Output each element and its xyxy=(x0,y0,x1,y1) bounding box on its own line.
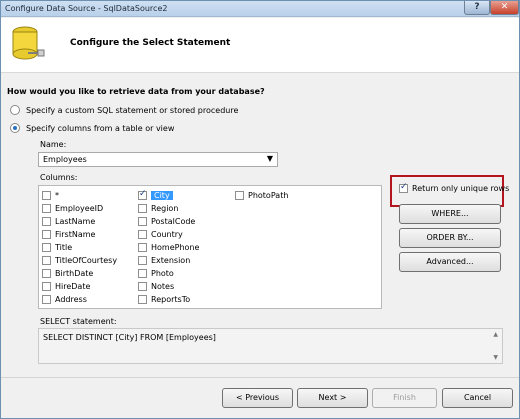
window-title: Configure Data Source - SqlDataSource2 xyxy=(5,4,168,13)
header-band: Configure the Select Statement xyxy=(1,18,519,73)
table-select-value: Employees xyxy=(43,155,87,164)
column-address[interactable]: Address xyxy=(42,293,87,305)
close-button[interactable]: ✕ xyxy=(490,1,519,15)
column-label: HomePhone xyxy=(151,242,200,252)
checkbox-icon[interactable] xyxy=(42,190,51,200)
checkbox-icon[interactable] xyxy=(42,216,51,226)
help-button[interactable]: ? xyxy=(464,1,490,15)
checkbox-icon[interactable] xyxy=(42,255,51,265)
name-label: Name: xyxy=(40,140,67,149)
select-statement-label: SELECT statement: xyxy=(40,317,117,326)
unique-rows-label: Return only unique rows xyxy=(412,184,510,193)
previous-button[interactable]: < Previous xyxy=(222,388,293,408)
database-icon xyxy=(12,26,45,60)
checkbox-icon[interactable] xyxy=(138,229,147,239)
column-label: Region xyxy=(151,203,179,213)
column-postalcode[interactable]: PostalCode xyxy=(138,215,195,227)
checkbox-checked-icon[interactable] xyxy=(399,182,408,193)
column-region[interactable]: Region xyxy=(138,202,178,214)
table-select[interactable]: Employees ▼ xyxy=(38,152,278,167)
checkbox-icon[interactable] xyxy=(138,216,147,226)
column-label: ReportsTo xyxy=(151,294,191,304)
custom-sql-label: Specify a custom SQL statement or stored… xyxy=(26,105,239,115)
column-label: LastName xyxy=(55,216,96,226)
checkbox-icon[interactable] xyxy=(138,281,147,291)
unique-rows-option[interactable]: Return only unique rows xyxy=(399,182,510,193)
columns-list[interactable]: * EmployeeID LastName FirstName Title Ti… xyxy=(38,185,382,309)
custom-sql-option[interactable]: Specify a custom SQL statement or stored… xyxy=(10,105,238,115)
column-title[interactable]: Title xyxy=(42,241,72,253)
column-label: Extension xyxy=(151,255,191,265)
checkbox-icon[interactable] xyxy=(42,281,51,291)
column-label: City xyxy=(151,190,173,200)
column-photopath[interactable]: PhotoPath xyxy=(235,189,288,201)
column-titleofcourtesy[interactable]: TitleOfCourtesy xyxy=(42,254,117,266)
column-label: Title xyxy=(55,242,73,252)
where-button[interactable]: WHERE... xyxy=(399,204,501,224)
column-hiredate[interactable]: HireDate xyxy=(42,280,90,292)
checkbox-icon[interactable] xyxy=(138,268,147,278)
checkbox-icon[interactable] xyxy=(42,268,51,278)
scroll-up-icon[interactable]: ▲ xyxy=(493,331,498,338)
columns-label: Columns: xyxy=(40,173,78,182)
checkbox-icon[interactable] xyxy=(138,242,147,252)
column-label: Photo xyxy=(151,268,174,278)
select-statement-value: SELECT DISTINCT [City] FROM [Employees] xyxy=(43,333,216,342)
column-country[interactable]: Country xyxy=(138,228,183,240)
title-bar: Configure Data Source - SqlDataSource2 ?… xyxy=(1,1,519,17)
column-label: HireDate xyxy=(55,281,91,291)
checkbox-checked-icon[interactable] xyxy=(138,189,147,200)
cancel-button[interactable]: Cancel xyxy=(442,388,513,408)
advanced-button[interactable]: Advanced... xyxy=(399,252,501,272)
checkbox-icon[interactable] xyxy=(42,203,51,213)
radio-icon[interactable] xyxy=(10,105,20,115)
page-title: Configure the Select Statement xyxy=(70,38,231,48)
next-button[interactable]: Next > xyxy=(297,388,368,408)
column-firstname[interactable]: FirstName xyxy=(42,228,95,240)
radio-selected-icon[interactable] xyxy=(10,123,20,133)
column-reportsto[interactable]: ReportsTo xyxy=(138,293,190,305)
column-star[interactable]: * xyxy=(42,189,59,201)
footer-separator xyxy=(1,377,519,378)
columns-option[interactable]: Specify columns from a table or view xyxy=(10,123,174,133)
checkbox-icon[interactable] xyxy=(235,190,244,200)
column-label: TitleOfCourtesy xyxy=(55,255,118,265)
column-label: Notes xyxy=(151,281,175,291)
column-label: PhotoPath xyxy=(248,190,289,200)
order-by-button[interactable]: ORDER BY... xyxy=(399,228,501,248)
checkbox-icon[interactable] xyxy=(138,203,147,213)
select-statement-box[interactable]: SELECT DISTINCT [City] FROM [Employees] … xyxy=(38,328,503,364)
checkbox-icon[interactable] xyxy=(42,242,51,252)
checkbox-icon[interactable] xyxy=(42,229,51,239)
column-label: PostalCode xyxy=(151,216,196,226)
chevron-down-icon[interactable]: ▼ xyxy=(267,154,273,163)
column-label: FirstName xyxy=(55,229,96,239)
checkbox-icon[interactable] xyxy=(42,294,51,304)
column-notes[interactable]: Notes xyxy=(138,280,174,292)
column-employeeid[interactable]: EmployeeID xyxy=(42,202,103,214)
column-extension[interactable]: Extension xyxy=(138,254,190,266)
column-city[interactable]: City xyxy=(138,189,173,201)
checkbox-icon[interactable] xyxy=(138,294,147,304)
scroll-down-icon[interactable]: ▼ xyxy=(493,354,498,361)
column-label: * xyxy=(55,190,59,200)
column-lastname[interactable]: LastName xyxy=(42,215,95,227)
finish-button: Finish xyxy=(372,388,437,408)
columns-option-label: Specify columns from a table or view xyxy=(26,123,175,133)
column-label: BirthDate xyxy=(55,268,94,278)
column-label: Country xyxy=(151,229,183,239)
column-homephone[interactable]: HomePhone xyxy=(138,241,199,253)
question-label: How would you like to retrieve data from… xyxy=(7,87,265,96)
column-birthdate[interactable]: BirthDate xyxy=(42,267,93,279)
configure-data-source-dialog: Configure Data Source - SqlDataSource2 ?… xyxy=(0,0,520,419)
column-label: Address xyxy=(55,294,87,304)
column-photo[interactable]: Photo xyxy=(138,267,174,279)
checkbox-icon[interactable] xyxy=(138,255,147,265)
column-label: EmployeeID xyxy=(55,203,104,213)
